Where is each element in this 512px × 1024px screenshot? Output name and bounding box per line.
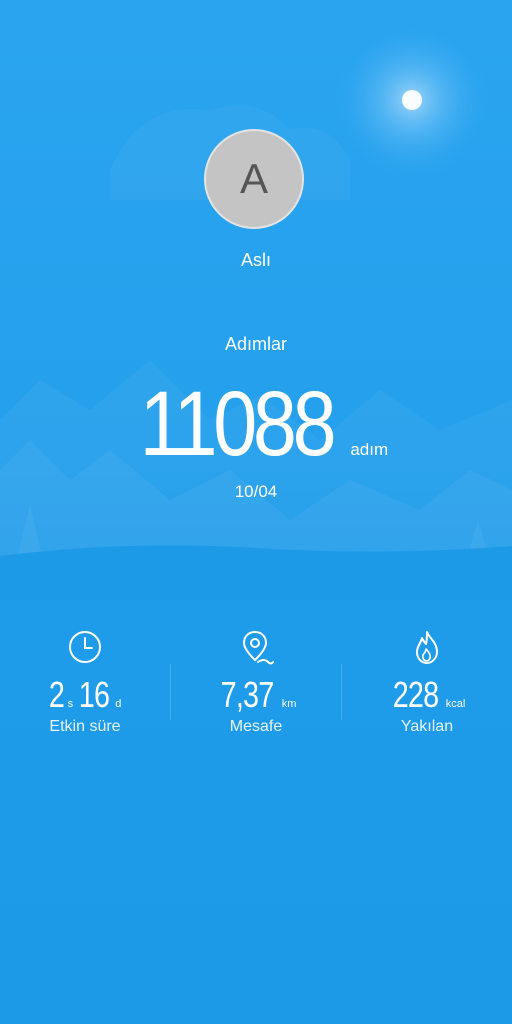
steps-unit: adım bbox=[350, 440, 389, 459]
stats-panel: 2 s 16 d Etkin süre 7,37 km Mesafe 228 kca bbox=[0, 628, 512, 758]
avatar[interactable]: A bbox=[204, 129, 304, 229]
calories-label: Yakılan bbox=[400, 718, 454, 735]
active-time-minutes: 16 bbox=[78, 674, 110, 715]
active-time-hours: 2 bbox=[48, 674, 65, 715]
calories-unit: kcal bbox=[445, 698, 466, 710]
steps-label: Adımlar bbox=[224, 334, 287, 354]
active-time-label: Etkin süre bbox=[49, 718, 121, 735]
location-pin-icon bbox=[242, 630, 274, 665]
steps-value: 11088 bbox=[139, 373, 337, 475]
flame-icon bbox=[416, 631, 438, 664]
calories-value: 228 bbox=[392, 674, 439, 715]
distance-value-row: 7,37 km bbox=[171, 674, 341, 715]
active-time-hours-unit: s bbox=[67, 698, 74, 710]
active-time-minutes-unit: d bbox=[115, 698, 122, 710]
distance-stat[interactable]: 7,37 km Mesafe bbox=[171, 628, 341, 758]
sun-icon bbox=[402, 90, 422, 110]
active-time-value: 2 s 16 d bbox=[0, 674, 170, 715]
distance-value: 7,37 bbox=[220, 674, 274, 715]
distance-unit: km bbox=[281, 698, 297, 710]
active-time-stat[interactable]: 2 s 16 d Etkin süre bbox=[0, 628, 170, 758]
background-scenery bbox=[0, 20, 512, 600]
date-label: 10/04 bbox=[234, 482, 278, 501]
clock-icon bbox=[69, 631, 101, 663]
calories-value-row: 228 kcal bbox=[342, 674, 512, 715]
distance-label: Mesafe bbox=[229, 718, 283, 735]
calories-stat[interactable]: 228 kcal Yakılan bbox=[342, 628, 512, 758]
steps-counter[interactable]: 11088 adım bbox=[0, 372, 512, 477]
ground-wave bbox=[0, 545, 512, 600]
user-name: Aslı bbox=[240, 250, 271, 270]
home-screen: A Aslı Adımlar 11088 adım 10/04 2 s 16 d Et… bbox=[0, 0, 512, 1024]
